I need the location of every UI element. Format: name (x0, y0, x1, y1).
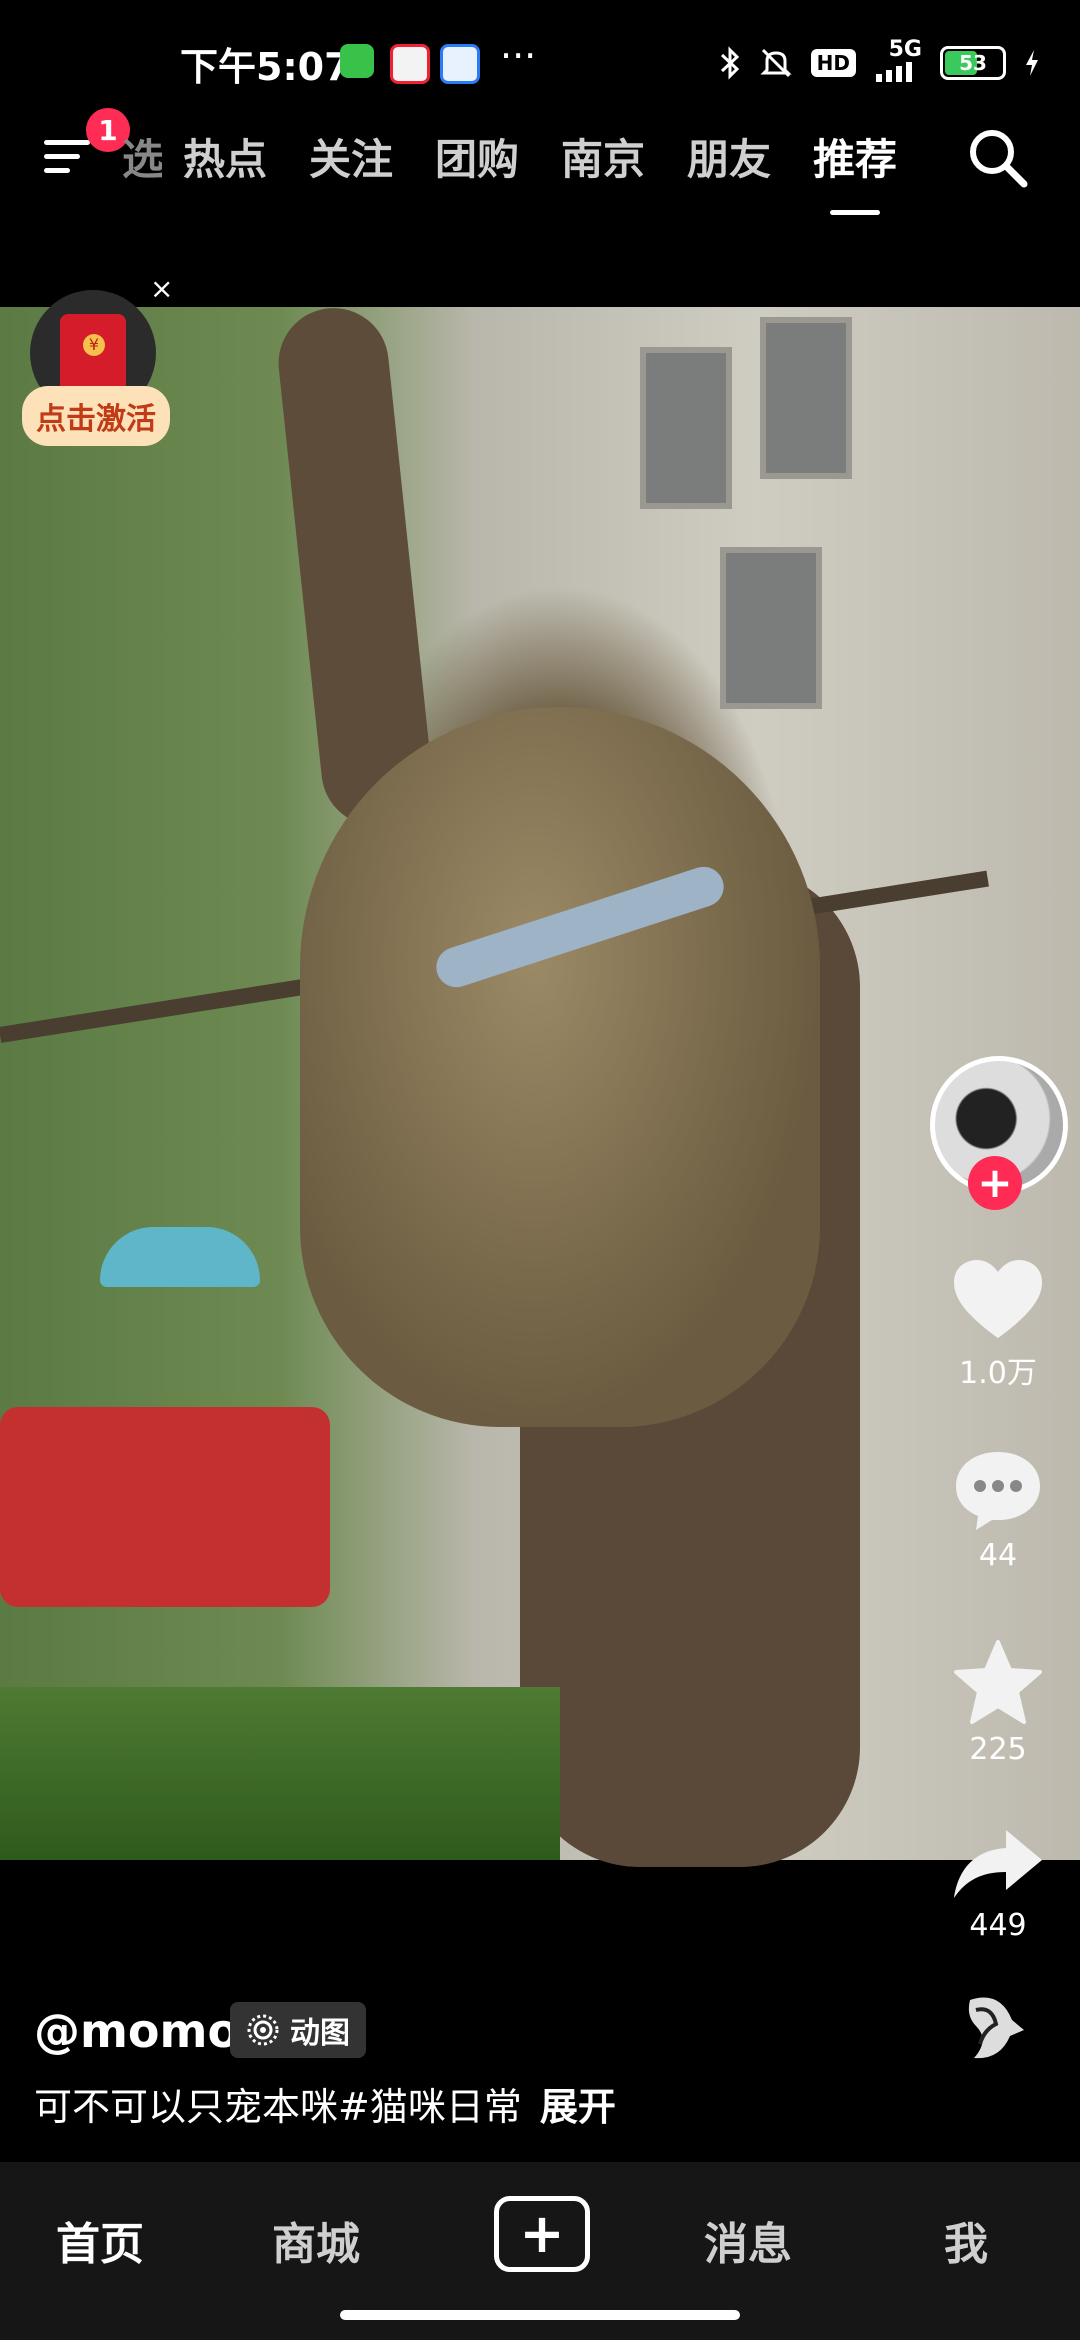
tab-hot[interactable]: 热点 (162, 126, 288, 187)
building-window (640, 347, 732, 509)
follow-button[interactable]: + (968, 1156, 1022, 1210)
share-button[interactable]: 449 (928, 1826, 1068, 1943)
post-caption: 可不可以只宠本咪#猫咪日常 (34, 2085, 522, 2129)
nav-me[interactable]: 我 (944, 2208, 988, 2272)
red-packet-close-button[interactable]: × (150, 272, 173, 305)
author-name[interactable]: @momo (34, 2004, 239, 2058)
home-indicator (340, 2310, 740, 2320)
status-right-group: HD 5G 53 (719, 37, 1040, 86)
tab-partial[interactable]: 选 (122, 126, 162, 187)
signal-indicator: 5G (874, 37, 922, 86)
share-count: 449 (969, 1908, 1027, 1943)
network-type: 5G (888, 37, 922, 62)
hd-badge: HD (810, 49, 856, 77)
music-disc-icon[interactable] (940, 1980, 1040, 2080)
signal-icon (876, 62, 912, 82)
status-time: 下午5:07 (180, 45, 351, 89)
grass (0, 1687, 560, 1860)
top-tab-bar: 选 热点 关注 团购 南京 朋友 推荐 (122, 126, 918, 215)
red-car (0, 1407, 330, 1607)
favorite-button[interactable]: 225 (928, 1638, 1068, 1767)
live-photo-icon (247, 2014, 279, 2046)
favorite-count: 225 (969, 1732, 1027, 1767)
nav-messages[interactable]: 消息 (704, 2208, 792, 2272)
animated-image-label: 动图 (290, 2016, 350, 2051)
menu-icon-line (44, 168, 70, 173)
video-player[interactable] (0, 302, 1080, 1867)
app-notification-icon (390, 44, 430, 84)
building-window (720, 547, 822, 709)
cat (300, 707, 820, 1427)
tab-group-buy[interactable]: 团购 (414, 126, 540, 187)
app-notification-icon (440, 44, 480, 84)
create-post-button[interactable]: + (494, 2196, 590, 2272)
red-envelope-icon (60, 314, 126, 392)
animated-image-badge[interactable]: 动图 (230, 2002, 366, 2058)
comment-button[interactable]: 44 (928, 1448, 1068, 1573)
like-button[interactable]: 1.0万 (928, 1258, 1068, 1392)
mute-bell-icon (760, 48, 792, 78)
more-notifications-icon: ··· (500, 34, 537, 78)
like-count: 1.0万 (959, 1356, 1037, 1391)
charging-bolt-icon (1026, 50, 1038, 76)
menu-icon-line (44, 140, 90, 145)
post-caption-row: 可不可以只宠本咪#猫咪日常 展开 (34, 2076, 616, 2131)
tab-nanjing[interactable]: 南京 (540, 126, 666, 187)
battery-percent: 53 (959, 51, 987, 75)
bluetooth-icon (720, 46, 739, 80)
building-window (760, 317, 852, 479)
battery-icon: 53 (940, 46, 1006, 80)
blue-umbrella (100, 1227, 260, 1287)
comment-count: 44 (978, 1538, 1018, 1573)
comment-icon (956, 1452, 1040, 1530)
nav-home[interactable]: 首页 (56, 2208, 144, 2272)
heart-icon (954, 1260, 1042, 1338)
search-icon[interactable] (966, 126, 1030, 190)
menu-icon-line (44, 154, 80, 159)
red-packet-activate-label[interactable]: 点击激活 (22, 386, 170, 446)
app-notification-icon (340, 44, 374, 78)
star-icon (954, 1640, 1042, 1724)
tab-friends[interactable]: 朋友 (666, 126, 792, 187)
tab-recommended[interactable]: 推荐 (792, 126, 918, 215)
share-arrow-icon (954, 1830, 1042, 1898)
nav-mall[interactable]: 商城 (272, 2208, 360, 2272)
expand-caption-button[interactable]: 展开 (540, 2085, 616, 2129)
tab-following[interactable]: 关注 (288, 126, 414, 187)
